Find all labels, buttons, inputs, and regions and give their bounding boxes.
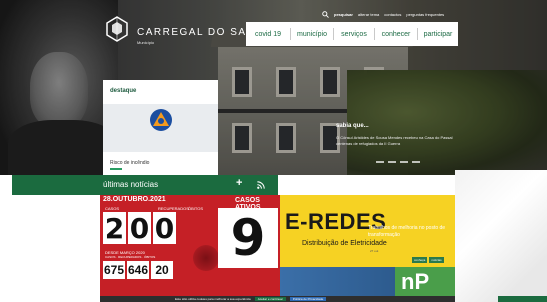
- slider-dots: [376, 161, 420, 163]
- top-link-contacts[interactable]: contactos: [384, 12, 401, 17]
- eredes-caption: Trabalhos de melhoria no posto de transf…: [368, 225, 446, 238]
- eredes-subtitle: Distribuição de Eletricidade: [302, 240, 387, 247]
- nav-participar[interactable]: participar: [418, 22, 458, 46]
- municipality-logo-icon[interactable]: [105, 16, 129, 46]
- cookie-text: Este sítio utiliza cookies para melhorar…: [175, 297, 251, 301]
- covid-since-sub: CASOS · RECUPERADOS · ÓBITOS: [105, 255, 156, 259]
- news-tags: conheça notícias: [412, 257, 444, 263]
- top-link-faq[interactable]: perguntas frequentes: [406, 12, 444, 17]
- cookie-policy-link[interactable]: Política de Privacidade: [289, 297, 327, 301]
- np-text: nP: [401, 269, 430, 294]
- sabia-que-block[interactable]: sabia que... O Cônsul Aristides de Sousa…: [336, 123, 456, 147]
- nav-covid[interactable]: covid 19: [246, 22, 290, 46]
- nav-servicos[interactable]: serviços: [334, 22, 374, 46]
- more-news-button[interactable]: +: [236, 177, 242, 189]
- covid-obitos-label: ÓBITOS: [188, 206, 204, 211]
- search-icon[interactable]: [322, 11, 329, 18]
- covid-recuperados-label: RECUPERADOS: [158, 206, 189, 211]
- news-title: últimas notícias: [103, 180, 159, 189]
- cookie-accept-button[interactable]: Aceitar e continuar: [254, 297, 286, 301]
- main-nav: covid 19 município serviços conhecer par…: [246, 22, 458, 46]
- slider-dot[interactable]: [376, 161, 384, 163]
- sabia-que-title: sabia que...: [336, 123, 369, 129]
- nav-conhecer[interactable]: conhecer: [375, 22, 417, 46]
- slider-dot[interactable]: [400, 161, 408, 163]
- covid-ativos-value: 9: [218, 208, 278, 268]
- destaque-label: destaque: [110, 88, 137, 94]
- news-tag[interactable]: conheça: [412, 257, 428, 263]
- covid-total: 20: [151, 261, 173, 279]
- brand-subtitle: Município: [137, 40, 155, 45]
- slider-dot[interactable]: [412, 161, 420, 163]
- cookie-banner: Este sítio utiliza cookies para melhorar…: [100, 296, 455, 302]
- covid-digits: 2 0 0: [103, 211, 176, 245]
- slider-dot[interactable]: [388, 161, 396, 163]
- covid-total: 646: [127, 261, 149, 279]
- corner-button[interactable]: [498, 296, 547, 302]
- news-tag[interactable]: notícias: [429, 257, 444, 263]
- covid-date: 28.OUTUBRO.2021: [103, 196, 166, 203]
- destaque-card[interactable]: destaque Risco de incêndio: [103, 80, 218, 175]
- brand-name[interactable]: CARREGAL DO SAL: [137, 27, 254, 38]
- top-links: pesquisar alterar tema contactos pergunt…: [322, 11, 444, 18]
- covid-digit: 2: [103, 211, 126, 245]
- top-link-search[interactable]: pesquisar: [334, 12, 353, 17]
- virus-icon: [193, 245, 219, 271]
- covid-total: 675: [103, 261, 125, 279]
- covid-totals: 675 646 20: [103, 261, 173, 279]
- covid-digit: 0: [153, 211, 176, 245]
- news-header-bar: últimas notícias +: [12, 175, 278, 195]
- eredes-date: 27 out: [370, 249, 379, 253]
- destaque-image: [103, 104, 218, 152]
- covid-digit: 0: [128, 211, 151, 245]
- nav-municipio[interactable]: município: [291, 22, 333, 46]
- rss-icon[interactable]: [257, 181, 265, 189]
- destaque-caption[interactable]: Risco de incêndio: [110, 160, 149, 166]
- covid-news-tile[interactable]: 28.OUTUBRO.2021 CASOS RECUPERADOS ÓBITOS…: [100, 195, 280, 302]
- civil-protection-icon: [150, 109, 172, 131]
- sabia-que-text: O Cônsul Aristides de Sousa Mendes receb…: [336, 135, 453, 146]
- covid-casos-label: CASOS: [105, 206, 120, 211]
- top-link-theme[interactable]: alterar tema: [358, 12, 379, 17]
